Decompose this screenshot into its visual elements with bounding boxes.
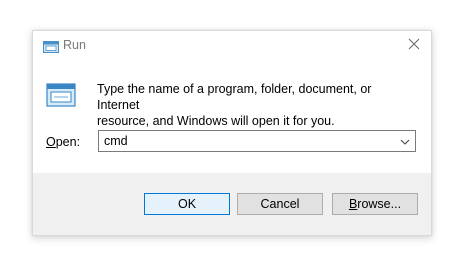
browse-mnemonic: B	[348, 197, 358, 211]
dropdown-button[interactable]	[397, 132, 413, 150]
close-icon	[408, 37, 420, 55]
window-title: Run	[63, 38, 86, 52]
chevron-down-icon	[400, 132, 410, 150]
title-bar[interactable]: Run	[33, 31, 431, 61]
cancel-button[interactable]: Cancel	[237, 193, 323, 215]
open-label-mnemonic: O	[46, 135, 56, 149]
open-combobox[interactable]: cmd	[98, 130, 416, 152]
open-input[interactable]: cmd	[104, 134, 128, 148]
description-line: resource, and Windows will open it for y…	[97, 114, 335, 128]
run-dialog: Run Type the name of a program, folder, …	[32, 30, 432, 236]
open-label: Open:	[46, 135, 80, 149]
run-icon	[46, 83, 76, 107]
close-button[interactable]	[403, 35, 425, 57]
browse-button[interactable]: Browse...	[332, 193, 418, 215]
description-line: Type the name of a program, folder, docu…	[97, 82, 372, 112]
open-label-rest: pen:	[55, 135, 81, 149]
ok-button[interactable]: OK	[144, 193, 230, 215]
page: Run Type the name of a program, folder, …	[0, 0, 463, 269]
description: Type the name of a program, folder, docu…	[97, 81, 407, 129]
run-icon	[43, 40, 59, 53]
button-bar: OK Cancel Browse...	[33, 173, 431, 235]
browse-label-rest: rowse...	[357, 197, 402, 211]
